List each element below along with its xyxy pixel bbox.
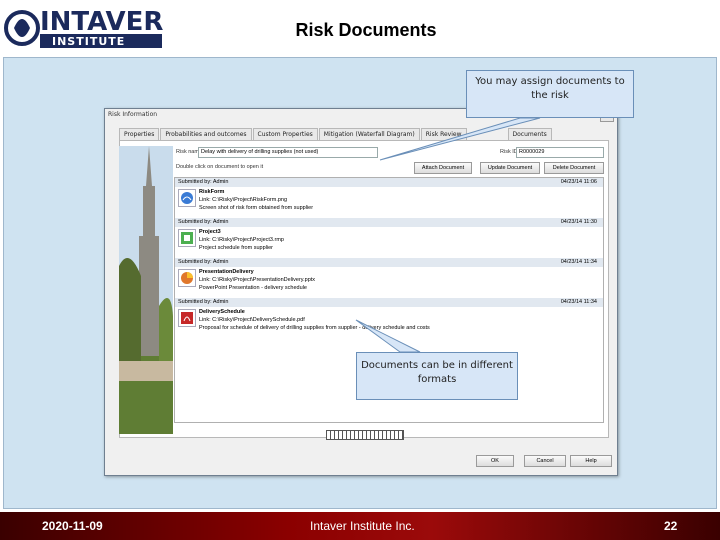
update-document-button[interactable]: Update Document: [480, 162, 540, 174]
submitted-by: Submitted by: Admin: [178, 219, 229, 225]
document-date: 04/23/14 11:34: [560, 299, 597, 305]
document-description: Project schedule from supplier: [199, 245, 273, 251]
tab-probabilities[interactable]: Probabilities and outcomes: [160, 128, 252, 140]
attach-document-button[interactable]: Attach Document: [414, 162, 472, 174]
document-header: Submitted by: Admin 04/23/14 11:06: [175, 178, 603, 187]
document-header: Submitted by: Admin 04/23/14 11:34: [175, 298, 603, 307]
dialog-title: Risk Information: [108, 111, 158, 118]
risk-id-field[interactable]: R0000029: [516, 147, 604, 158]
risk-name-field[interactable]: Delay with delivery of drilling supplies…: [198, 147, 378, 158]
tab-risk-review[interactable]: Risk Review: [420, 128, 467, 140]
tab-documents[interactable]: Documents: [507, 128, 552, 140]
document-name[interactable]: RiskForm: [199, 189, 224, 195]
svg-text:INSTITUTE: INSTITUTE: [52, 35, 125, 48]
ok-button[interactable]: OK: [476, 455, 514, 467]
project-file-icon: [178, 229, 196, 247]
tab-custom-properties[interactable]: Custom Properties: [252, 128, 318, 140]
slide-header: INTAVER INSTITUTE Risk Documents: [0, 0, 720, 56]
document-name[interactable]: DeliverySchedule: [199, 309, 245, 315]
document-date: 04/23/14 11:06: [560, 179, 597, 185]
document-description: Proposal for schedule of delivery of dri…: [199, 325, 430, 331]
pdf-file-icon: [178, 309, 196, 327]
document-name[interactable]: PresentationDelivery: [199, 269, 254, 275]
tab-strip: Properties Probabilities and outcomes Cu…: [119, 128, 553, 140]
submitted-by: Submitted by: Admin: [178, 179, 229, 185]
document-description: Screen shot of risk form obtained from s…: [199, 205, 314, 211]
submitted-by: Submitted by: Admin: [178, 259, 229, 265]
slide-footer: 2020-11-09 Intaver Institute Inc. 22: [0, 512, 720, 540]
slide-number: 22: [664, 519, 678, 533]
document-description: PowerPoint Presentation - delivery sched…: [199, 285, 307, 291]
tab-mitigation[interactable]: Mitigation (Waterfall Diagram): [318, 128, 420, 140]
powerpoint-file-icon: [178, 269, 196, 287]
callout-document-formats: Documents can be in different formats: [356, 352, 518, 400]
footer-organization: Intaver Institute Inc.: [310, 519, 415, 533]
delete-document-button[interactable]: Delete Document: [544, 162, 604, 174]
document-link[interactable]: Link: C:\Risky\Project\PresentationDeliv…: [199, 277, 315, 283]
document-link[interactable]: Link: C:\Risky\Project\DeliverySchedule.…: [199, 317, 305, 323]
document-header: Submitted by: Admin 04/23/14 11:34: [175, 258, 603, 267]
progress-indicator: [326, 430, 404, 440]
tab-properties[interactable]: Properties: [119, 128, 160, 140]
risk-photo: [119, 146, 173, 434]
callout-assign-documents: You may assign documents to the risk: [466, 70, 634, 118]
document-header: Submitted by: Admin 04/23/14 11:30: [175, 218, 603, 227]
document-name[interactable]: Project3: [199, 229, 221, 235]
document-date: 04/23/14 11:30: [560, 219, 597, 225]
submitted-by: Submitted by: Admin: [178, 299, 229, 305]
intaver-logo: INTAVER INSTITUTE: [4, 7, 163, 48]
document-link[interactable]: Link: C:\Risky\Project\Project3.rmp: [199, 237, 284, 243]
instruction-text: Double click on document to open it: [176, 164, 264, 170]
help-button[interactable]: Help: [570, 455, 612, 467]
cancel-button[interactable]: Cancel: [524, 455, 566, 467]
svg-text:INTAVER: INTAVER: [40, 7, 163, 37]
image-file-icon: [178, 189, 196, 207]
document-date: 04/23/14 11:34: [560, 259, 597, 265]
footer-date: 2020-11-09: [42, 519, 103, 533]
slide-title: Risk Documents: [295, 20, 437, 40]
document-link[interactable]: Link: C:\Risky\Project\RiskForm.png: [199, 197, 287, 203]
